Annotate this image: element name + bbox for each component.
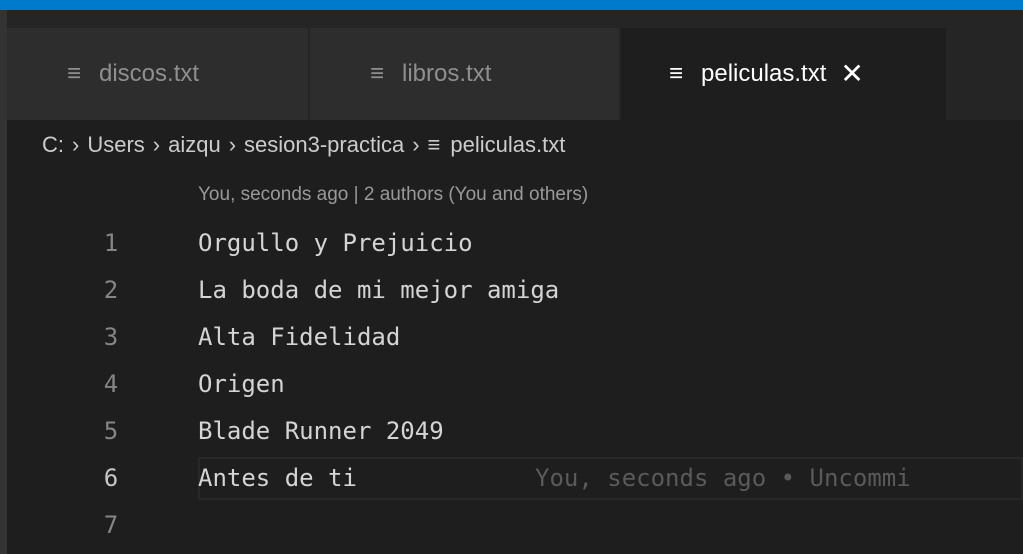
tab-label: discos.txt [99, 60, 200, 87]
line-number: 4 [103, 370, 119, 398]
editor-line[interactable]: 4 Origen [0, 361, 1023, 408]
breadcrumb-drive[interactable]: C: [42, 130, 64, 160]
editor-window: ≡ discos.txt ≡ libros.txt ≡ peliculas.tx… [0, 0, 1023, 554]
editor-line[interactable]: 1 Orgullo y Prejuicio [0, 220, 1023, 267]
editor-line[interactable]: 3 Alta Fidelidad [0, 314, 1023, 361]
line-text[interactable]: Alta Fidelidad [198, 314, 400, 361]
line-text[interactable]: Origen [198, 361, 285, 408]
title-bar [0, 0, 1023, 10]
editor-line[interactable]: 5 Blade Runner 2049 [0, 408, 1023, 455]
tab-peliculas[interactable]: ≡ peliculas.txt ✕ [621, 28, 947, 120]
breadcrumb-aizqu[interactable]: aizqu [168, 130, 221, 160]
line-number: 6 [103, 464, 119, 492]
tab-discos[interactable]: ≡ discos.txt [7, 28, 309, 120]
git-blame-annotation: You, seconds ago • Uncommi [535, 464, 911, 492]
chevron-right-icon: › [412, 132, 420, 157]
line-number: 3 [103, 323, 119, 351]
close-icon[interactable]: ✕ [840, 60, 863, 88]
line-text[interactable]: Orgullo y Prejuicio [198, 220, 473, 267]
chevron-right-icon: › [152, 132, 161, 157]
chevron-right-icon: › [228, 132, 237, 157]
git-codelens[interactable]: You, seconds ago | 2 authors (You and ot… [198, 184, 588, 206]
tab-bar-empty-space[interactable] [948, 28, 1023, 120]
line-text[interactable]: Blade Runner 2049 [198, 408, 444, 455]
editor-line[interactable]: 2 La boda de mi mejor amiga [0, 267, 1023, 314]
breadcrumb-users[interactable]: Users [87, 130, 144, 160]
line-text[interactable]: Antes de ti [198, 455, 357, 502]
editor-line-current[interactable]: 6 Antes de ti You, seconds ago • Uncommi [0, 455, 1023, 502]
text-file-icon: ≡ [67, 60, 82, 87]
line-number: 1 [103, 229, 119, 257]
breadcrumb: C: › Users › aizqu › sesion3-practica › … [42, 130, 565, 160]
chevron-right-icon: › [72, 132, 80, 157]
text-file-icon: ≡ [427, 132, 441, 157]
line-number: 7 [103, 511, 119, 539]
line-number: 5 [103, 417, 119, 445]
activity-bar-edge [0, 10, 7, 554]
text-file-icon: ≡ [669, 60, 684, 87]
breadcrumb-sesion3-practica[interactable]: sesion3-practica [244, 130, 404, 160]
tab-label: libros.txt [402, 60, 492, 87]
tab-libros[interactable]: ≡ libros.txt [310, 28, 620, 120]
line-text[interactable]: La boda de mi mejor amiga [198, 267, 559, 314]
editor-line[interactable]: 7 [0, 502, 1023, 549]
text-file-icon: ≡ [370, 60, 385, 87]
tab-label: peliculas.txt [701, 60, 827, 87]
breadcrumb-file[interactable]: peliculas.txt [450, 130, 565, 160]
line-number: 2 [103, 276, 119, 304]
